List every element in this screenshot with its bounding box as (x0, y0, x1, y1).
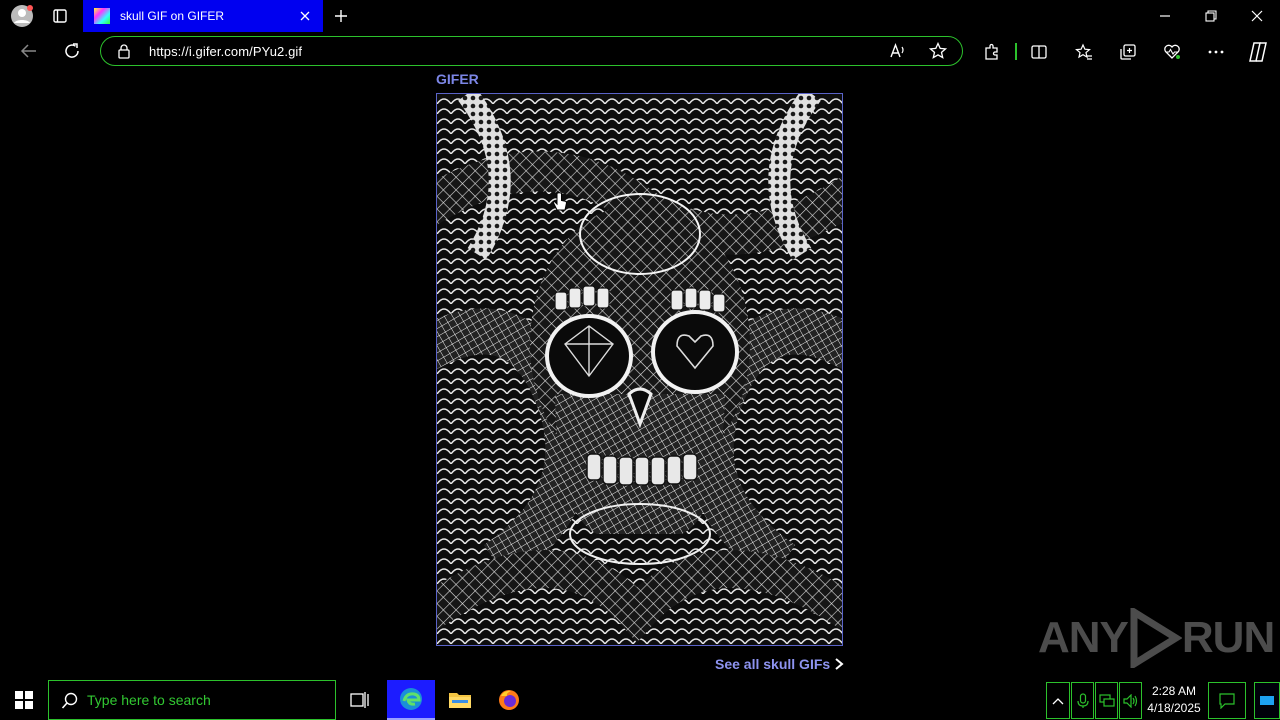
extensions-icon[interactable] (980, 40, 1004, 64)
clock-time: 2:28 AM (1151, 684, 1197, 698)
network-tray-icon[interactable] (1095, 682, 1118, 719)
tab-close-icon[interactable] (297, 8, 313, 24)
firefox-icon[interactable] (490, 680, 528, 720)
gifer-favicon-icon (94, 8, 110, 24)
play-triangle-icon (1130, 608, 1182, 668)
gifer-brand-link[interactable]: GIFER (436, 71, 479, 87)
search-placeholder: Type here to search (87, 692, 211, 708)
watermark-right-text: RUN (1181, 613, 1275, 662)
close-window-icon[interactable] (1242, 4, 1272, 28)
clock-date: 4/18/2025 (1147, 701, 1201, 715)
windows-taskbar: Type here to search 2:28 AM 4/18/2025 (0, 680, 1280, 720)
favorite-star-icon[interactable] (928, 41, 948, 65)
collections-icon[interactable] (1116, 40, 1140, 64)
skull-gif-image[interactable] (436, 93, 843, 646)
more-options-icon[interactable] (1204, 40, 1228, 64)
lock-icon[interactable] (117, 43, 131, 64)
read-aloud-icon[interactable] (889, 42, 907, 65)
anyrun-watermark: ANY RUN (1038, 608, 1275, 668)
new-tab-icon[interactable] (330, 4, 352, 28)
microphone-tray-icon[interactable] (1071, 682, 1094, 719)
see-all-label: See all skull GIFs (715, 656, 831, 672)
see-all-skull-gifs-link[interactable]: See all skull GIFs (715, 656, 844, 672)
task-view-icon[interactable] (343, 682, 377, 718)
taskbar-clock[interactable]: 2:28 AM 4/18/2025 (1143, 680, 1205, 720)
restore-icon[interactable] (1196, 4, 1226, 28)
show-hidden-icons-icon[interactable] (1046, 682, 1070, 719)
taskbar-search-box[interactable]: Type here to search (48, 680, 336, 720)
toolbar-divider (1015, 43, 1017, 60)
tab-title: skull GIF on GIFER (120, 9, 225, 23)
chevron-right-icon (835, 658, 844, 670)
address-bar[interactable]: https://i.gifer.com/PYu2.gif (100, 36, 963, 66)
browser-essentials-icon[interactable] (1160, 40, 1184, 64)
watermark-left-text: ANY (1038, 613, 1129, 662)
profile-avatar-icon[interactable] (8, 4, 36, 28)
show-desktop-icon[interactable] (1254, 682, 1280, 719)
copilot-icon[interactable] (1244, 38, 1272, 66)
hand-cursor-icon (552, 192, 568, 219)
file-explorer-icon[interactable] (441, 680, 479, 720)
tab-actions-icon[interactable] (48, 4, 72, 28)
notification-center-icon[interactable] (1208, 682, 1246, 719)
split-screen-icon[interactable] (1027, 40, 1051, 64)
edge-taskbar-icon[interactable] (387, 680, 435, 720)
tab-active[interactable]: skull GIF on GIFER (83, 0, 323, 32)
favorites-icon[interactable] (1072, 40, 1096, 64)
back-arrow-icon[interactable] (16, 38, 42, 64)
volume-tray-icon[interactable] (1119, 682, 1142, 719)
search-icon (61, 692, 79, 715)
page-content: GIFER See all skull GIFs (0, 70, 1280, 680)
refresh-icon[interactable] (59, 38, 85, 64)
windows-start-icon[interactable] (0, 680, 48, 720)
url-text[interactable]: https://i.gifer.com/PYu2.gif (149, 44, 302, 59)
minimize-icon[interactable] (1150, 4, 1180, 28)
browser-titlebar: skull GIF on GIFER (0, 0, 1280, 32)
